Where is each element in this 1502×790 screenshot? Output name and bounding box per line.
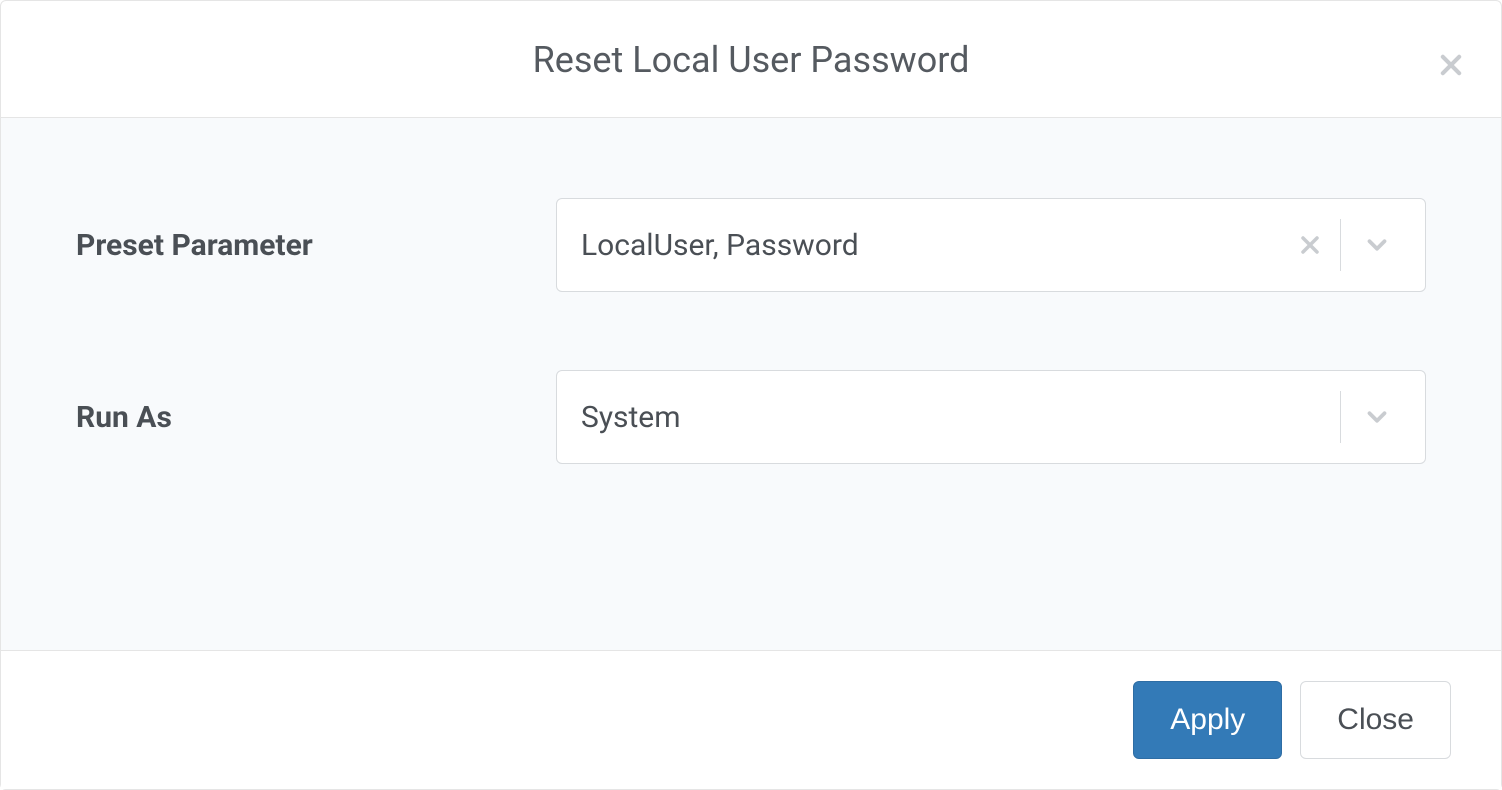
modal-title: Reset Local User Password	[61, 39, 1441, 81]
preset-parameter-value: LocalUser, Password	[581, 228, 1286, 263]
select-divider	[1340, 219, 1341, 271]
select-controls	[1286, 199, 1401, 291]
clear-icon	[1298, 233, 1322, 257]
preset-parameter-label: Preset Parameter	[76, 228, 556, 263]
select-divider	[1340, 391, 1341, 443]
preset-parameter-select[interactable]: LocalUser, Password	[556, 198, 1426, 292]
preset-clear-button[interactable]	[1286, 221, 1334, 269]
run-as-select[interactable]: System	[556, 370, 1426, 464]
run-as-select-wrap: System	[556, 370, 1426, 464]
preset-caret-button[interactable]	[1353, 221, 1401, 269]
runas-caret-button[interactable]	[1353, 393, 1401, 441]
modal-body: Preset Parameter LocalUser, Password	[1, 118, 1501, 651]
close-icon	[1437, 51, 1465, 79]
run-as-label: Run As	[76, 400, 556, 435]
preset-parameter-select-wrap: LocalUser, Password	[556, 198, 1426, 292]
apply-button[interactable]: Apply	[1133, 681, 1282, 759]
close-button[interactable]: Close	[1300, 681, 1451, 759]
chevron-down-icon	[1362, 230, 1392, 260]
chevron-down-icon	[1362, 402, 1392, 432]
close-icon-button[interactable]	[1431, 45, 1471, 85]
modal-header: Reset Local User Password	[1, 1, 1501, 118]
form-row-runas: Run As System	[76, 370, 1426, 464]
modal-footer: Apply Close	[1, 651, 1501, 789]
select-controls	[1334, 371, 1401, 463]
modal-dialog: Reset Local User Password Preset Paramet…	[0, 0, 1502, 790]
run-as-value: System	[581, 400, 1334, 435]
form-row-preset: Preset Parameter LocalUser, Password	[76, 198, 1426, 292]
